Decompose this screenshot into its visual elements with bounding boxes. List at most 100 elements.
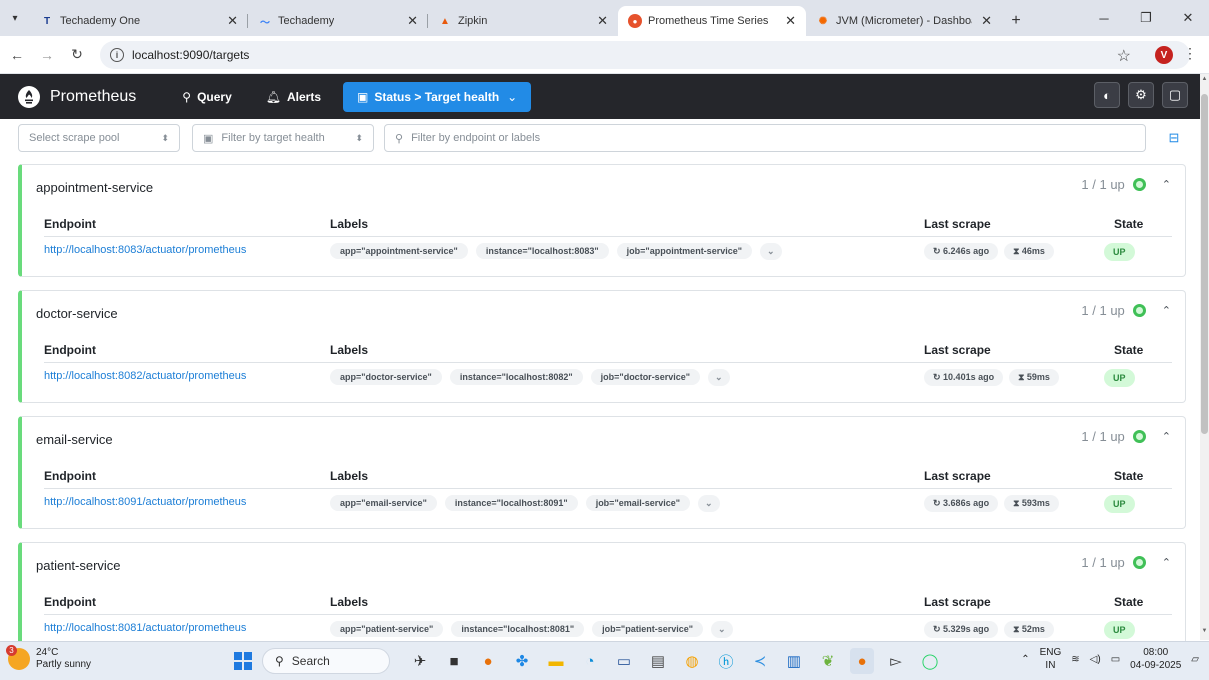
endpoint-link[interactable]: http://localhost:8083/actuator/prometheu…: [44, 244, 246, 256]
endpoint-link[interactable]: http://localhost:8091/actuator/prometheu…: [44, 496, 246, 508]
task-view-icon[interactable]: ✈: [408, 648, 432, 674]
weather-widget[interactable]: 3 24°C Partly sunny: [6, 645, 91, 671]
chevron-up-icon[interactable]: ⌃: [1162, 430, 1171, 443]
header-last-scrape: Last scrape: [924, 469, 991, 483]
battery-icon[interactable]: ▭: [1111, 654, 1120, 665]
expand-labels-chevron-icon[interactable]: ⌄: [711, 620, 733, 638]
vscode-icon[interactable]: ≺: [748, 648, 772, 674]
notepad-app-icon[interactable]: ▭: [612, 648, 636, 674]
health-filter-icon: ▣: [203, 132, 214, 145]
tab-close-icon[interactable]: ✕: [399, 13, 418, 29]
chrome-canary-icon[interactable]: ◍: [680, 648, 704, 674]
theme-toggle-icon[interactable]: ◐: [1094, 82, 1120, 108]
brand-title[interactable]: Prometheus: [50, 88, 136, 106]
last-scrape-time: 10.401s ago: [943, 371, 995, 382]
close-window-icon[interactable]: ✕: [1167, 0, 1209, 36]
scroll-up-arrow-icon[interactable]: ▲: [1200, 76, 1209, 86]
tab-prometheus[interactable]: ● Prometheus Time Series Collect ✕: [618, 6, 806, 36]
pool-status: 1 / 1 up ⌃: [1081, 177, 1171, 192]
forward-arrow-icon[interactable]: →: [34, 42, 60, 68]
header-last-scrape: Last scrape: [924, 343, 991, 357]
terminal-app-icon[interactable]: ■: [442, 648, 466, 674]
browser-menu-icon[interactable]: ⋮: [1183, 45, 1197, 62]
tab-close-icon[interactable]: ✕: [589, 13, 608, 29]
pool-name[interactable]: doctor-service: [36, 306, 118, 321]
clock[interactable]: 08:00 04-09-2025: [1130, 646, 1181, 672]
wifi-icon[interactable]: ≋: [1071, 654, 1079, 665]
chrome-icon[interactable]: ●: [476, 648, 500, 674]
minimize-icon[interactable]: ─: [1083, 0, 1125, 36]
target-health-select[interactable]: ▣ Filter by target health ⬍: [192, 124, 374, 152]
store-icon[interactable]: ▤: [646, 648, 670, 674]
profile-avatar[interactable]: V: [1155, 46, 1173, 64]
collapse-all-icon[interactable]: ⊟: [1160, 124, 1188, 152]
back-arrow-icon[interactable]: ←: [4, 42, 30, 68]
hp-icon[interactable]: ⓗ: [714, 648, 738, 674]
chevron-up-icon[interactable]: ⌃: [1162, 178, 1171, 191]
system-tray: ⌃ ENG IN ≋ ◁) ▭ 08:00 04-09-2025 ▱: [1021, 646, 1199, 672]
scrollbar-thumb[interactable]: [1201, 94, 1208, 434]
windows-start-icon[interactable]: [234, 652, 252, 670]
copilot-icon[interactable]: ✤: [510, 648, 534, 674]
settings-gear-icon[interactable]: ⚙: [1128, 82, 1154, 108]
tab-techademy-one[interactable]: T Techademy One ✕: [30, 6, 248, 36]
taskbar-search-input[interactable]: ⚲ Search: [262, 648, 390, 674]
health-ring-icon: [1132, 304, 1146, 317]
scrape-duration: 593ms: [1021, 497, 1050, 508]
tab-close-icon[interactable]: ✕: [973, 13, 992, 29]
powershell-icon[interactable]: ▻: [884, 648, 908, 674]
tab-zipkin[interactable]: ▲ Zipkin ✕: [428, 6, 618, 36]
restore-icon[interactable]: ❐: [1125, 0, 1167, 36]
search-icon: ⚲: [182, 89, 192, 104]
pool-name[interactable]: appointment-service: [36, 180, 153, 195]
pool-up-count: 1 / 1 up: [1081, 303, 1125, 318]
endpoint-label-search-input[interactable]: ⚲ Filter by endpoint or labels: [384, 124, 1146, 152]
scrape-duration-badge: ⧗ 52ms: [1004, 620, 1054, 638]
url-input[interactable]: i localhost:9090/targets: [100, 40, 1190, 69]
nav-query[interactable]: ⚲ Query: [170, 82, 243, 112]
edge-icon[interactable]: ◔: [578, 648, 602, 674]
tab-techademy[interactable]: 〜 Techademy ✕: [248, 6, 428, 36]
chevron-up-icon[interactable]: ⌃: [1162, 304, 1171, 317]
last-scrape-time: 3.686s ago: [943, 497, 990, 508]
label-badge: app="appointment-service": [330, 243, 468, 259]
pool-status: 1 / 1 up ⌃: [1081, 303, 1171, 318]
site-info-icon[interactable]: i: [110, 47, 124, 62]
chrome-profile-icon[interactable]: ●: [850, 648, 874, 674]
docs-book-icon[interactable]: ▢: [1162, 82, 1188, 108]
page-scrollbar[interactable]: ▲ ▼: [1200, 74, 1209, 640]
hourglass-icon: ⧗: [1018, 371, 1027, 382]
tray-overflow-chevron-icon[interactable]: ⌃: [1021, 654, 1029, 665]
scroll-down-arrow-icon[interactable]: ▼: [1200, 628, 1209, 638]
tab-close-icon[interactable]: ✕: [777, 13, 796, 29]
tab-jvm-dashboard[interactable]: ✺ JVM (Micrometer) - Dashboard ✕: [806, 6, 1002, 36]
notes-app-icon[interactable]: ▥: [782, 648, 806, 674]
tab-close-icon[interactable]: ✕: [219, 13, 238, 29]
scrape-duration-badge: ⧗ 46ms: [1004, 242, 1054, 260]
expand-labels-chevron-icon[interactable]: ⌄: [707, 368, 730, 386]
chevron-up-icon[interactable]: ⌃: [1162, 556, 1171, 569]
nav-status-dropdown[interactable]: ▣ Status > Target health ⌄: [343, 81, 532, 112]
nav-alerts[interactable]: 🔔︎ Alerts: [254, 82, 333, 112]
spring-tools-icon[interactable]: ❦: [816, 648, 840, 674]
expand-labels-chevron-icon[interactable]: ⌄: [759, 242, 782, 260]
prometheus-logo-icon[interactable]: [18, 85, 40, 108]
language-indicator[interactable]: ENG IN: [1040, 646, 1062, 672]
expand-labels-chevron-icon[interactable]: ⌄: [698, 494, 720, 512]
whatsapp-icon[interactable]: ◯: [918, 648, 942, 674]
volume-icon[interactable]: ◁): [1090, 654, 1101, 665]
refresh-icon: ↻: [933, 623, 944, 634]
bookmark-star-icon[interactable]: ☆: [1117, 46, 1131, 66]
last-scrape-info: ↻ 5.329s ago ⧗ 52ms: [924, 619, 1054, 639]
notification-icon[interactable]: ▱: [1191, 654, 1199, 665]
reload-icon[interactable]: ↻: [64, 42, 90, 68]
pool-name[interactable]: patient-service: [36, 558, 121, 573]
endpoint-link[interactable]: http://localhost:8082/actuator/prometheu…: [44, 370, 246, 382]
file-explorer-icon[interactable]: ▬: [544, 648, 568, 674]
endpoint-link[interactable]: http://localhost:8081/actuator/prometheu…: [44, 622, 246, 634]
tab-search-chevron-icon[interactable]: ▾: [0, 0, 30, 36]
scrape-pool-select[interactable]: Select scrape pool ⬍: [18, 124, 180, 152]
pool-name[interactable]: email-service: [36, 432, 113, 447]
new-tab-plus-icon[interactable]: +: [1002, 6, 1030, 36]
hourglass-icon: ⧗: [1013, 497, 1022, 508]
